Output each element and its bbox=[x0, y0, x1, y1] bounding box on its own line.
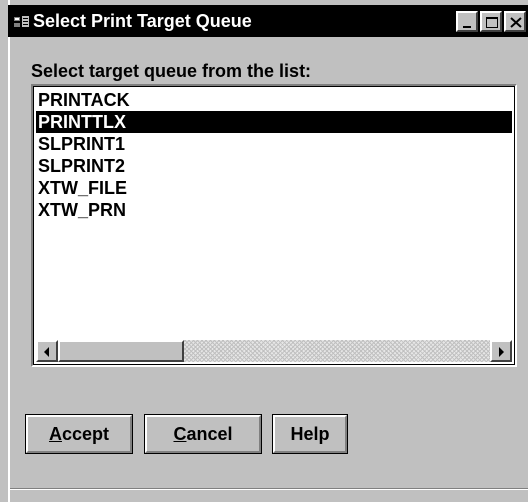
queue-list-item[interactable]: PRINTACK bbox=[36, 89, 512, 111]
select-print-target-queue-dialog: Select Print Target Queue Select target … bbox=[0, 0, 528, 502]
cancel-button[interactable]: Cancel bbox=[144, 414, 262, 454]
queue-list-item[interactable]: XTW_FILE bbox=[36, 177, 512, 199]
arrow-left-icon bbox=[44, 347, 49, 357]
title-bar[interactable]: Select Print Target Queue bbox=[8, 5, 528, 37]
scroll-left-button[interactable] bbox=[36, 340, 58, 362]
close-icon bbox=[510, 17, 522, 28]
window-title: Select Print Target Queue bbox=[33, 11, 252, 31]
queue-list: PRINTACK PRINTTLX SLPRINT1 SLPRINT2 XTW_FILE… bbox=[36, 89, 512, 221]
accept-button[interactable]: Accept bbox=[25, 414, 133, 454]
scroll-right-button[interactable] bbox=[490, 340, 512, 362]
cancel-button-label: Cancel bbox=[145, 415, 261, 453]
help-button[interactable]: Help bbox=[272, 414, 348, 454]
accept-button-label: Accept bbox=[26, 415, 132, 453]
queue-list-item[interactable]: PRINTTLX bbox=[36, 111, 512, 133]
window-menu-icon[interactable] bbox=[14, 15, 30, 27]
queue-list-item[interactable]: SLPRINT2 bbox=[36, 155, 512, 177]
prompt-label: Select target queue from the list: bbox=[31, 61, 312, 81]
help-button-label: Help bbox=[273, 415, 347, 453]
queue-list-item[interactable]: XTW_PRN bbox=[36, 199, 512, 221]
cancel-label-rest: ancel bbox=[186, 423, 233, 444]
maximize-icon bbox=[486, 17, 498, 28]
queue-listbox[interactable]: PRINTACK PRINTTLX SLPRINT1 SLPRINT2 XTW_FILE… bbox=[31, 84, 517, 367]
scroll-thumb[interactable] bbox=[58, 340, 184, 362]
cancel-mnemonic: C bbox=[173, 423, 187, 444]
minimize-button[interactable] bbox=[456, 11, 478, 32]
maximize-button[interactable] bbox=[480, 11, 502, 32]
minimize-icon bbox=[463, 26, 471, 28]
accept-mnemonic: A bbox=[48, 423, 62, 444]
arrow-right-icon bbox=[499, 347, 504, 357]
queue-list-item[interactable]: SLPRINT1 bbox=[36, 133, 512, 155]
close-button[interactable] bbox=[504, 11, 526, 32]
status-divider bbox=[10, 488, 528, 490]
horizontal-scrollbar[interactable] bbox=[36, 340, 512, 362]
accept-label-rest: ccept bbox=[61, 423, 110, 444]
